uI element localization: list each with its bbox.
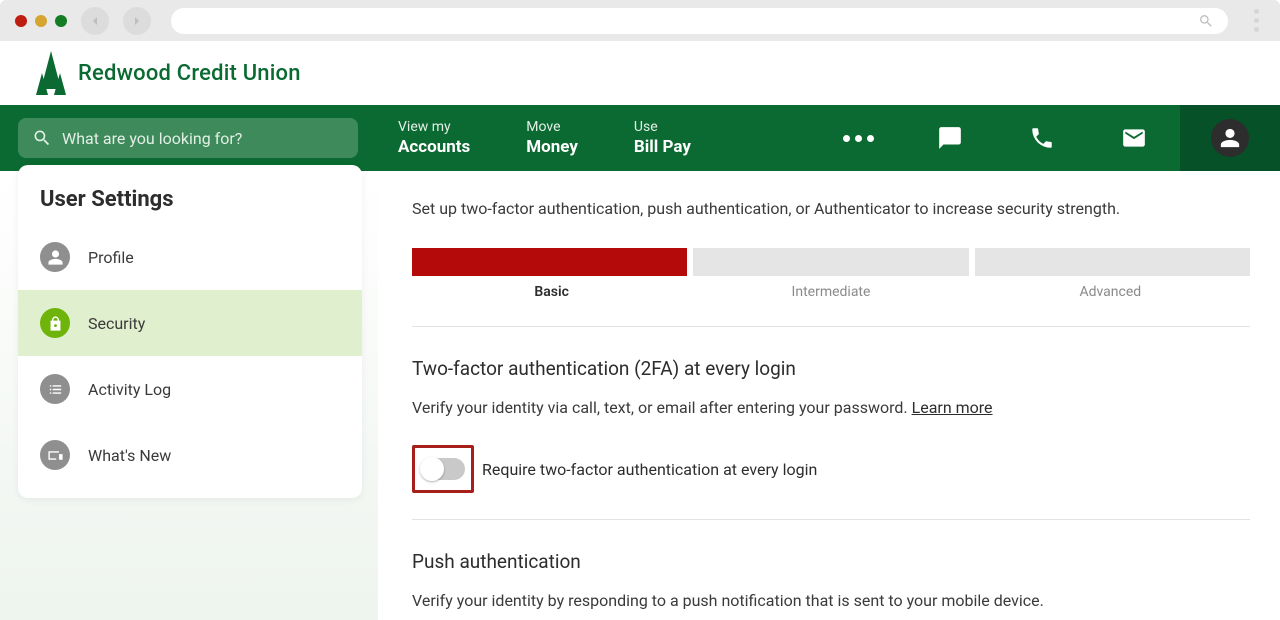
primary-nav: View my Accounts Move Money Use Bill Pay [0,105,1280,171]
strength-label-intermediate: Intermediate [691,284,970,300]
sidebar-item-profile[interactable]: Profile [18,224,362,290]
nav-bottom-label: Bill Pay [634,136,691,158]
strength-labels: Basic Intermediate Advanced [412,284,1250,300]
list-icon [40,374,70,404]
phone-button[interactable] [996,105,1088,171]
nav-bill-pay[interactable]: Use Bill Pay [634,118,691,158]
browser-chrome [0,0,1280,41]
search-icon [1198,13,1214,29]
tree-icon [36,51,66,95]
account-menu[interactable] [1180,105,1280,171]
sidebar-item-security[interactable]: Security [18,290,362,356]
strength-label-advanced: Advanced [971,284,1250,300]
logo-bar: Redwood Credit Union [0,41,1280,105]
toggle-knob [420,457,444,481]
phone-icon [1029,125,1055,151]
push-description: Verify your identity by responding to a … [412,591,1250,610]
sidebar-item-activity-log[interactable]: Activity Log [18,356,362,422]
maximize-window-button[interactable] [55,15,67,27]
site-search[interactable] [18,118,358,158]
chat-button[interactable] [904,105,996,171]
sidebar-item-label: Activity Log [88,380,171,399]
lock-icon [40,308,70,338]
strength-segment-intermediate [693,248,968,276]
minimize-window-button[interactable] [35,15,47,27]
sidebar-title: User Settings [18,181,362,224]
chat-icon [937,125,963,151]
divider [412,519,1250,520]
sidebar-item-label: What's New [88,446,171,465]
twofa-toggle[interactable] [421,458,465,480]
divider [412,326,1250,327]
twofa-toggle-label: Require two-factor authentication at eve… [482,460,817,479]
page-body: User Settings Profile Security Activity … [0,171,1280,620]
settings-card: User Settings Profile Security Activity … [18,165,362,498]
brand-logo[interactable]: Redwood Credit Union [36,51,301,95]
strength-segment-advanced [975,248,1250,276]
nav-move-money[interactable]: Move Money [526,118,578,158]
window-controls [15,15,67,27]
nav-top-label: View my [398,118,470,136]
devices-icon [40,440,70,470]
twofa-heading: Two-factor authentication (2FA) at every… [412,357,1250,380]
brand-name: Redwood Credit Union [78,61,301,86]
twofa-description: Verify your identity via call, text, or … [412,398,1250,417]
avatar [1211,119,1249,157]
strength-label-basic: Basic [412,284,691,300]
strength-segment-basic [412,248,687,276]
security-strength-bar [412,248,1250,276]
sidebar-item-whats-new[interactable]: What's New [18,422,362,488]
address-bar[interactable] [171,8,1228,34]
push-heading: Push authentication [412,550,1250,573]
person-icon [1219,127,1241,149]
nav-icon-group [812,105,1280,171]
nav-items: View my Accounts Move Money Use Bill Pay [398,118,691,158]
close-window-button[interactable] [15,15,27,27]
twofa-desc-text: Verify your identity via call, text, or … [412,398,912,417]
nav-bottom-label: Money [526,136,578,158]
mail-icon [1121,125,1147,151]
twofa-toggle-row: Require two-factor authentication at eve… [412,445,1250,493]
search-icon [32,128,52,148]
highlight-frame [412,445,474,493]
nav-bottom-label: Accounts [398,136,470,158]
nav-top-label: Use [634,118,691,136]
browser-menu-button[interactable] [1248,9,1265,32]
mail-button[interactable] [1088,105,1180,171]
learn-more-link[interactable]: Learn more [912,398,993,417]
browser-back-button[interactable] [81,7,109,35]
search-input[interactable] [62,129,344,148]
nav-accounts[interactable]: View my Accounts [398,118,470,158]
more-icon [843,135,874,142]
strength-description: Set up two-factor authentication, push a… [412,199,1250,218]
settings-main: Set up two-factor authentication, push a… [378,171,1280,620]
sidebar-item-label: Security [88,314,145,333]
sidebar-item-label: Profile [88,248,134,267]
more-button[interactable] [812,105,904,171]
nav-top-label: Move [526,118,578,136]
person-icon [40,242,70,272]
browser-forward-button[interactable] [123,7,151,35]
settings-sidebar: User Settings Profile Security Activity … [0,171,378,620]
